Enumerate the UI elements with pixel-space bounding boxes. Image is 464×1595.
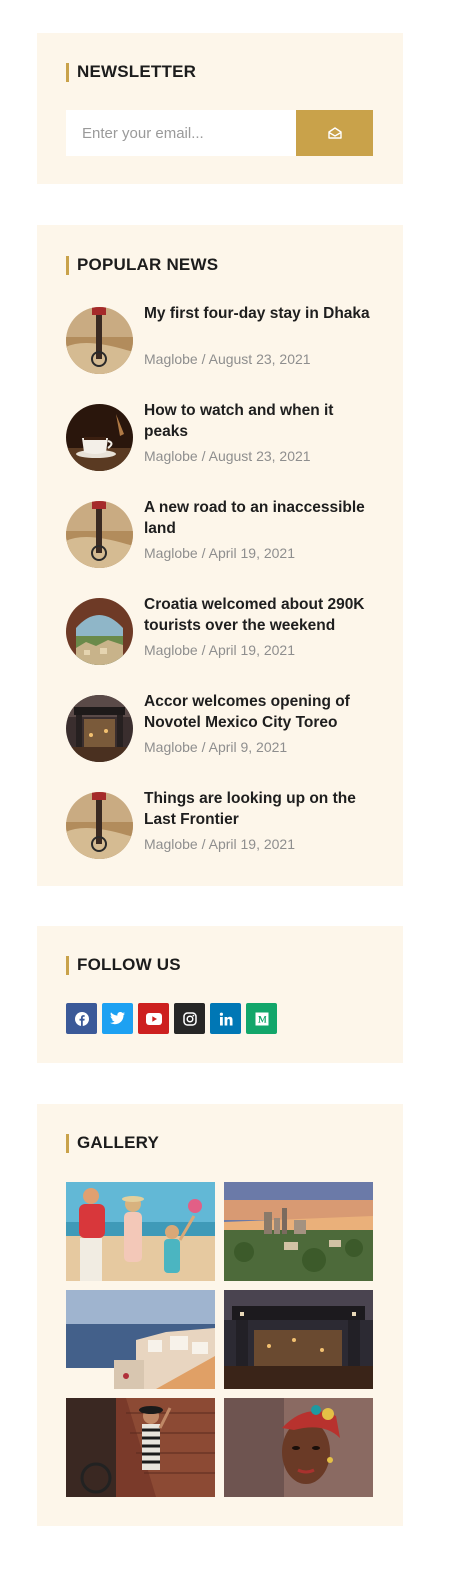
instagram-link[interactable] — [174, 1003, 205, 1034]
twitter-icon — [110, 1012, 125, 1025]
email-input[interactable] — [66, 110, 296, 156]
envelope-open-icon — [327, 126, 343, 140]
news-title[interactable]: How to watch and when it peaks — [144, 400, 380, 442]
gallery-image-family-beach[interactable] — [66, 1182, 215, 1281]
subscribe-button[interactable] — [296, 110, 373, 156]
gallery-image-woman-portrait[interactable] — [224, 1398, 373, 1497]
youtube-icon — [145, 1012, 162, 1025]
news-thumbnail[interactable] — [66, 695, 133, 762]
gallery-title: GALLERY — [66, 1133, 159, 1153]
news-thumbnail[interactable] — [66, 598, 133, 665]
news-meta: Maglobe / April 9, 2021 — [144, 739, 288, 755]
popular-news-widget: POPULAR NEWS My first four-day stay in D… — [37, 225, 403, 886]
news-meta: Maglobe / August 23, 2021 — [144, 351, 311, 367]
news-item[interactable]: My first four-day stay in Dhaka Maglobe … — [66, 303, 376, 375]
news-title[interactable]: My first four-day stay in Dhaka — [144, 303, 380, 324]
news-title[interactable]: A new road to an inaccessible land — [144, 497, 380, 539]
facebook-icon — [74, 1011, 89, 1026]
news-title[interactable]: Accor welcomes opening of Novotel Mexico… — [144, 691, 380, 733]
newsletter-title: NEWSLETTER — [66, 62, 196, 82]
news-thumbnail[interactable] — [66, 307, 133, 374]
newsletter-widget: NEWSLETTER — [37, 33, 403, 184]
social-links — [66, 1003, 277, 1034]
popular-news-title: POPULAR NEWS — [66, 255, 218, 275]
news-thumbnail[interactable] — [66, 404, 133, 471]
gallery-grid — [66, 1182, 373, 1497]
news-thumbnail[interactable] — [66, 792, 133, 859]
follow-us-title: FOLLOW US — [66, 955, 181, 975]
news-item[interactable]: Things are looking up on the Last Fronti… — [66, 788, 376, 860]
news-item[interactable]: How to watch and when it peaks Maglobe /… — [66, 400, 376, 472]
linkedin-icon — [219, 1012, 233, 1026]
gallery-image-city-sunset[interactable] — [224, 1182, 373, 1281]
news-title[interactable]: Things are looking up on the Last Fronti… — [144, 788, 380, 830]
news-thumbnail[interactable] — [66, 501, 133, 568]
medium-link[interactable] — [246, 1003, 277, 1034]
medium-icon — [255, 1012, 269, 1026]
news-meta: Maglobe / April 19, 2021 — [144, 642, 295, 658]
instagram-icon — [182, 1011, 197, 1026]
gallery-image-santorini-coast[interactable] — [66, 1290, 215, 1389]
news-item[interactable]: Accor welcomes opening of Novotel Mexico… — [66, 691, 376, 763]
facebook-link[interactable] — [66, 1003, 97, 1034]
gallery-image-woman-brick-wall[interactable] — [66, 1398, 215, 1497]
gallery-image-city-gate-night[interactable] — [224, 1290, 373, 1389]
linkedin-link[interactable] — [210, 1003, 241, 1034]
news-item[interactable]: Croatia welcomed about 290K tourists ove… — [66, 594, 376, 666]
news-meta: Maglobe / April 19, 2021 — [144, 545, 295, 561]
news-title[interactable]: Croatia welcomed about 290K tourists ove… — [144, 594, 380, 636]
news-item[interactable]: A new road to an inaccessible land Maglo… — [66, 497, 376, 569]
news-meta: Maglobe / April 19, 2021 — [144, 836, 295, 852]
follow-us-widget: FOLLOW US — [37, 926, 403, 1063]
youtube-link[interactable] — [138, 1003, 169, 1034]
twitter-link[interactable] — [102, 1003, 133, 1034]
gallery-widget: GALLERY — [37, 1104, 403, 1526]
news-meta: Maglobe / August 23, 2021 — [144, 448, 311, 464]
